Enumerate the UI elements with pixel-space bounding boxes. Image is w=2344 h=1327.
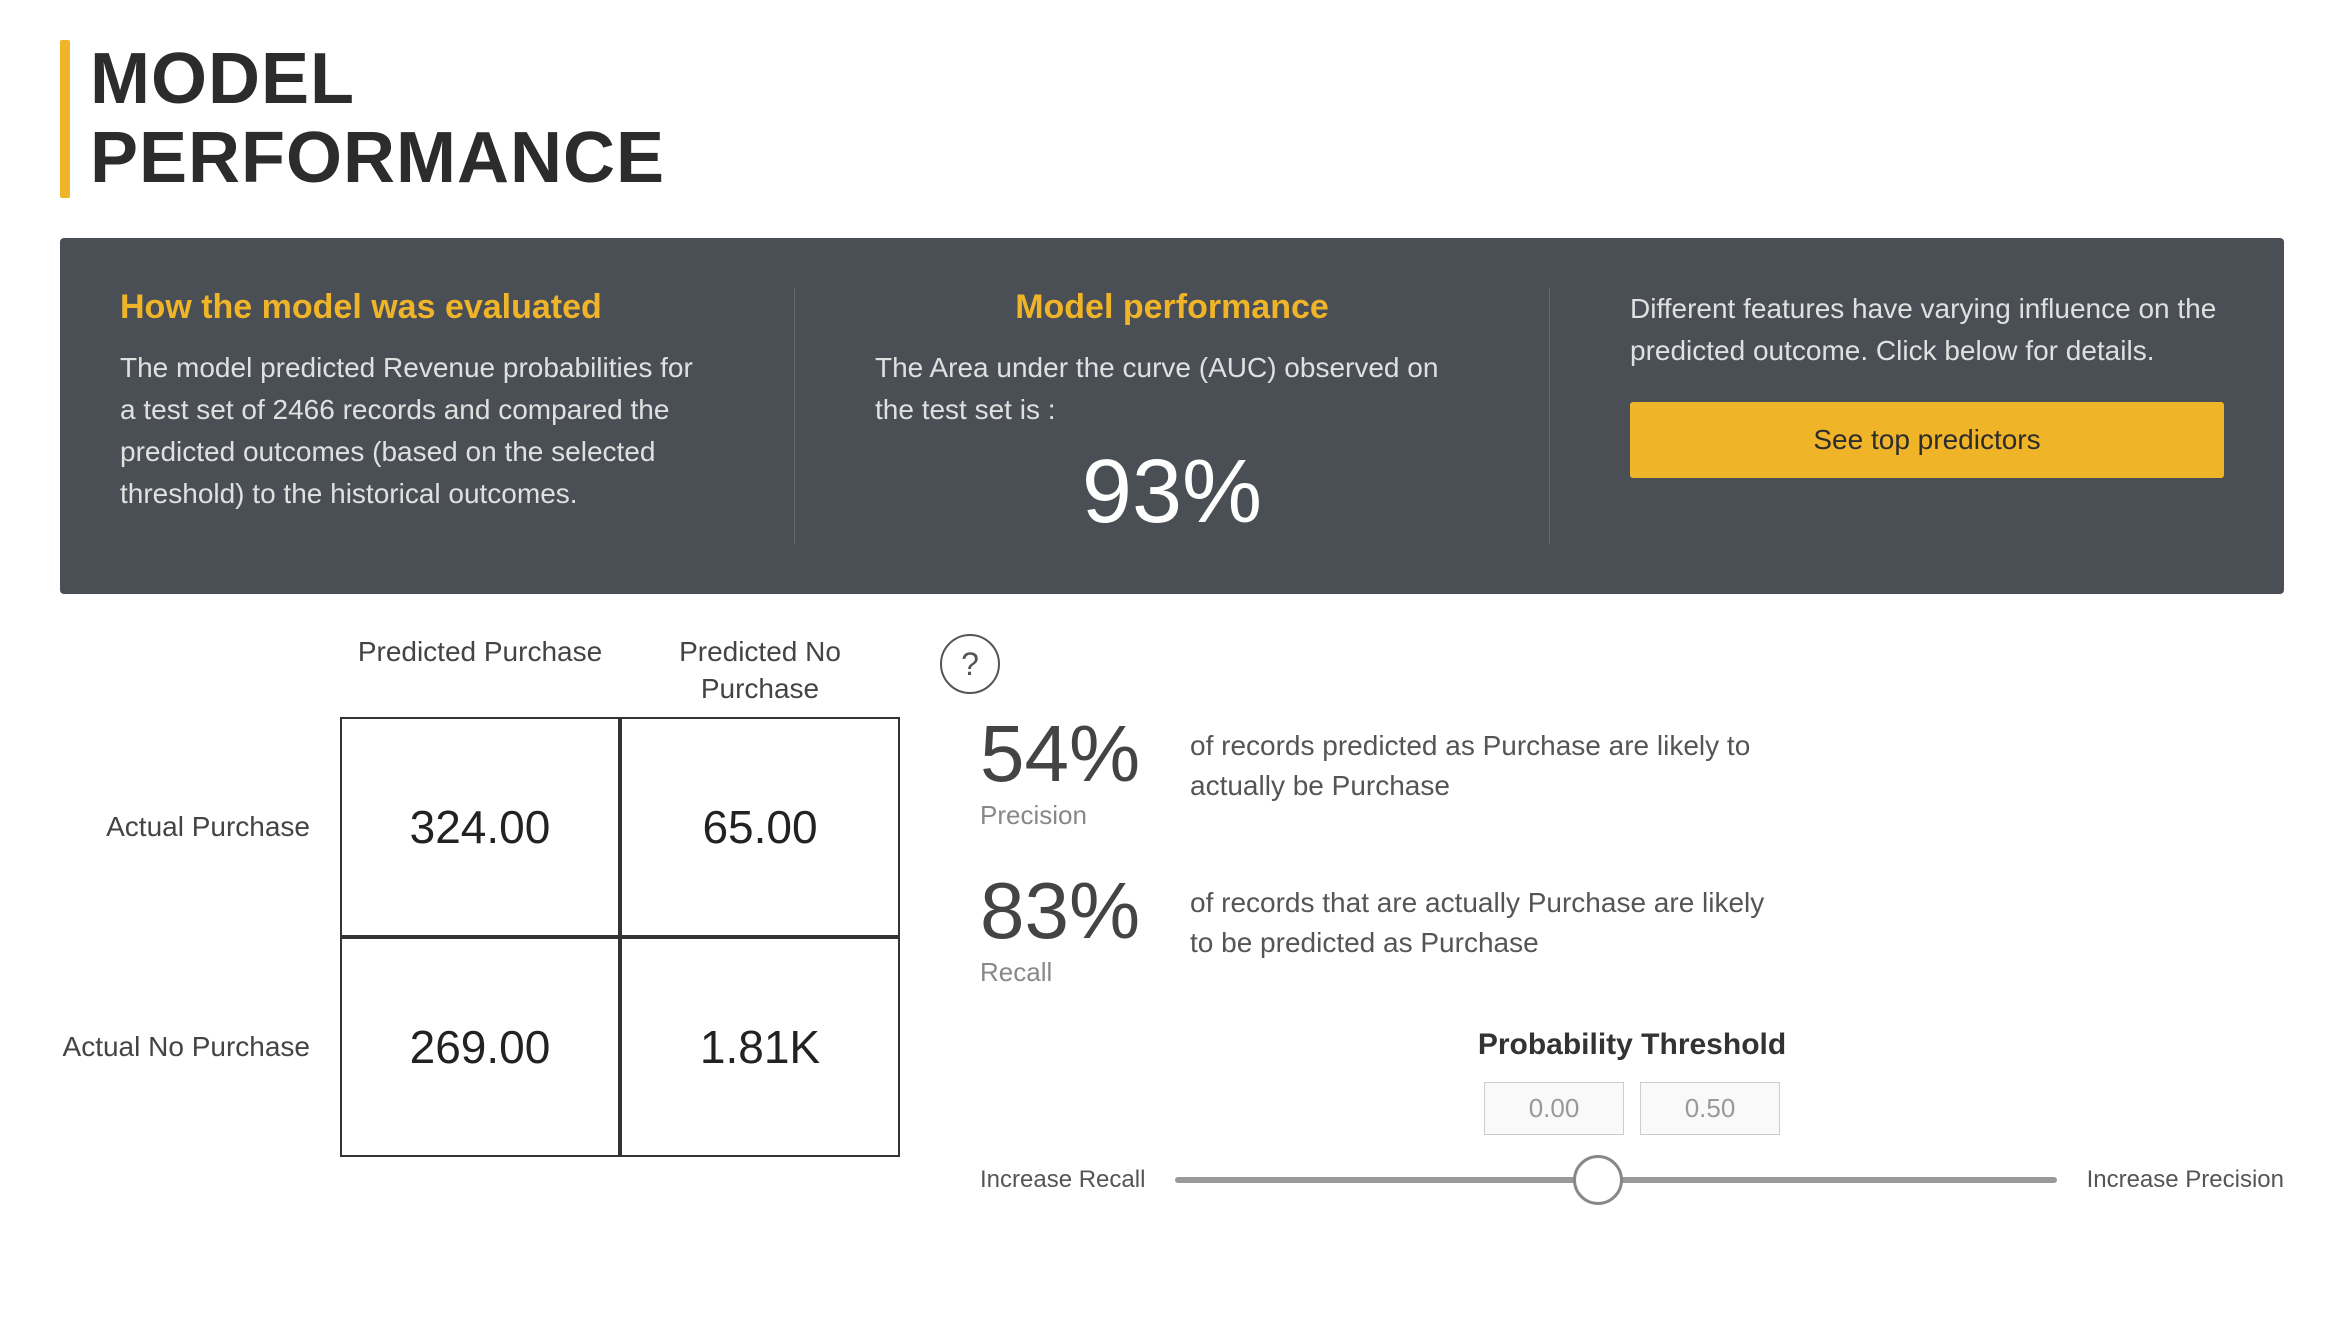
info-banner: How the model was evaluated The model pr… [60,238,2284,594]
precision-value-block: 54% Precision [980,714,1160,831]
auc-value: 93% [1082,441,1262,544]
threshold-slider-container: Increase Recall Increase Precision [980,1155,2284,1205]
matrix-row-1-cells: 324.00 65.00 [340,717,900,937]
banner-section-auc: Model performance The Area under the cur… [875,288,1469,544]
banner-section2-title: Model performance [1015,288,1329,327]
banner-divider-2 [1549,288,1550,544]
banner-section1-text: The model predicted Revenue probabilitie… [120,347,714,515]
slider-thumb[interactable] [1573,1155,1623,1205]
metrics-panel: 54% Precision of records predicted as Pu… [980,634,2284,1205]
matrix-column-headers: Predicted Purchase Predicted No Purchase [340,634,900,707]
header-accent-bar [60,40,70,198]
matrix-col-header-2: Predicted No Purchase [620,634,900,707]
banner-section-evaluation: How the model was evaluated The model pr… [120,288,714,515]
threshold-slider[interactable] [1175,1155,2056,1205]
threshold-input-right[interactable] [1640,1082,1780,1135]
banner-section1-title: How the model was evaluated [120,288,714,327]
matrix-cell-fn: 65.00 [620,717,900,937]
banner-section2-text: The Area under the curve (AUC) observed … [875,347,1469,431]
threshold-title: Probability Threshold [980,1028,2284,1062]
matrix-row-2-cells: 269.00 1.81K [340,937,900,1157]
precision-metric: 54% Precision of records predicted as Pu… [980,714,2284,831]
matrix-row-2: Actual No Purchase 269.00 1.81K [60,937,900,1157]
confusion-matrix: Predicted Purchase Predicted No Purchase… [60,634,900,1157]
recall-description: of records that are actually Purchase ar… [1190,871,1790,961]
page-header: MODEL PERFORMANCE [60,40,2284,198]
banner-divider-1 [794,288,795,544]
recall-value-block: 83% Recall [980,871,1160,988]
see-top-predictors-button[interactable]: See top predictors [1630,402,2224,478]
threshold-section: Probability Threshold Increase Recall In… [980,1028,2284,1205]
recall-metric: 83% Recall of records that are actually … [980,871,2284,988]
matrix-row-1: Actual Purchase 324.00 65.00 [60,717,900,937]
matrix-rows: Actual Purchase 324.00 65.00 Actual No P… [60,717,900,1157]
slider-label-left: Increase Recall [980,1166,1145,1194]
banner-section3-text: Different features have varying influenc… [1630,288,2224,372]
precision-value: 54% [980,714,1160,794]
precision-label: Precision [980,800,1160,831]
matrix-cell-fp: 269.00 [340,937,620,1157]
banner-section-features: Different features have varying influenc… [1630,288,2224,478]
matrix-row-label-1: Actual Purchase [60,809,340,845]
help-icon[interactable]: ? [940,634,1000,694]
matrix-col-header-1: Predicted Purchase [340,634,620,707]
page-title: MODEL PERFORMANCE [90,40,665,198]
main-content: Predicted Purchase Predicted No Purchase… [60,634,2284,1287]
precision-description: of records predicted as Purchase are lik… [1190,714,1790,804]
matrix-row-label-2: Actual No Purchase [60,1029,340,1065]
recall-value: 83% [980,871,1160,951]
matrix-cell-tp: 324.00 [340,717,620,937]
slider-label-right: Increase Precision [2087,1166,2284,1194]
threshold-inputs [980,1082,2284,1135]
page-container: MODEL PERFORMANCE How the model was eval… [0,0,2344,1327]
matrix-cell-tn: 1.81K [620,937,900,1157]
recall-label: Recall [980,957,1160,988]
threshold-input-left[interactable] [1484,1082,1624,1135]
